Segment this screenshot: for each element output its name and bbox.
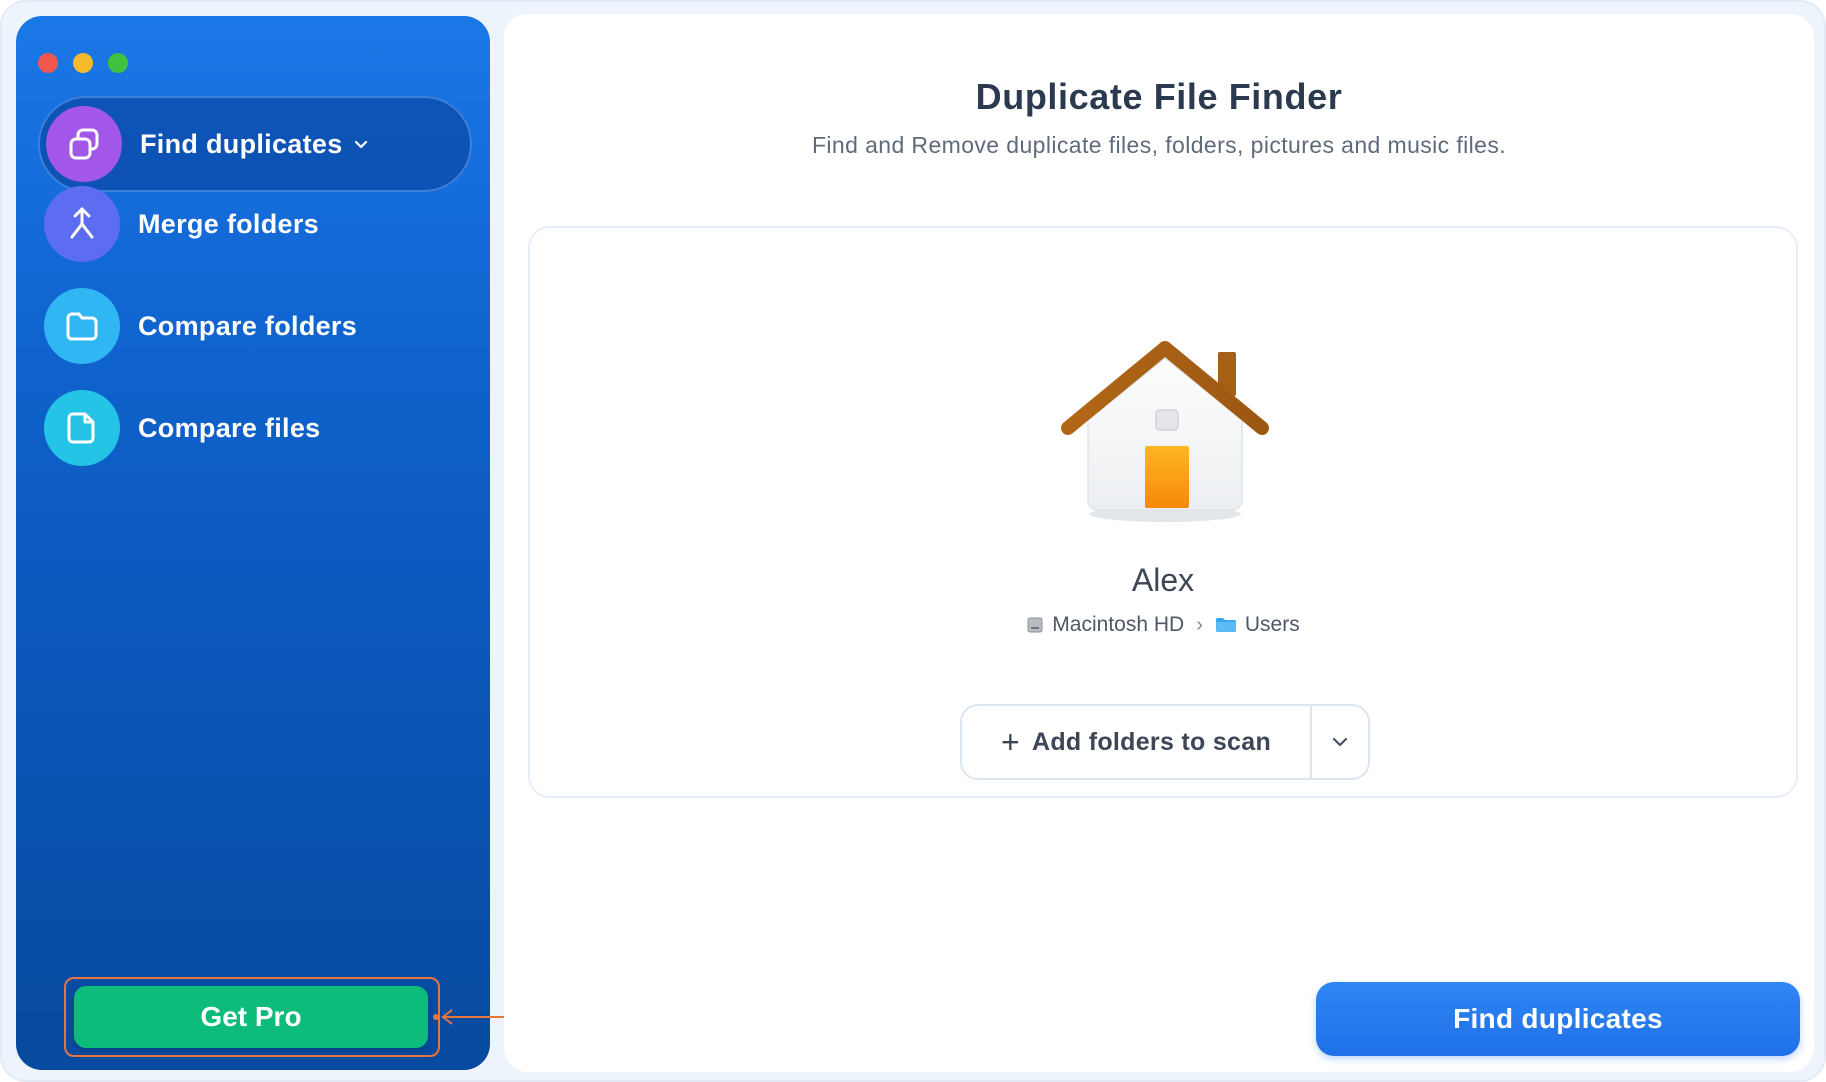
sidebar-item-compare-folders[interactable]: Compare folders xyxy=(38,278,472,374)
folder-icon xyxy=(44,288,120,364)
hard-drive-icon xyxy=(1027,617,1043,633)
scan-folder-card[interactable]: Alex Macintosh HD › Users + Add folders … xyxy=(528,226,1798,798)
breadcrumb-folder[interactable]: Users xyxy=(1245,613,1300,637)
breadcrumb: Macintosh HD › Users xyxy=(530,613,1796,637)
close-window-button[interactable] xyxy=(38,53,58,73)
sidebar-item-label: Compare files xyxy=(138,412,321,443)
sidebar-item-label: Find duplicates xyxy=(140,128,343,159)
sidebar: Find duplicates Merge folders Compare fo… xyxy=(16,16,490,1070)
duplicate-squares-icon xyxy=(46,106,122,182)
add-folders-control: + Add folders to scan xyxy=(960,704,1370,780)
chevron-down-icon[interactable] xyxy=(353,136,369,152)
app-window: Find duplicates Merge folders Compare fo… xyxy=(0,0,1826,1082)
breadcrumb-volume[interactable]: Macintosh HD xyxy=(1052,613,1184,637)
sidebar-item-label: Merge folders xyxy=(138,208,319,239)
breadcrumb-separator: › xyxy=(1196,613,1203,636)
merge-arrow-icon xyxy=(44,186,120,262)
sidebar-item-merge-folders[interactable]: Merge folders xyxy=(38,176,472,272)
pointer-arrow-icon xyxy=(433,1009,512,1025)
add-folders-dropdown-button[interactable] xyxy=(1312,706,1368,778)
add-folders-button[interactable]: + Add folders to scan xyxy=(962,706,1310,778)
main-panel: Duplicate File Finder Find and Remove du… xyxy=(504,14,1814,1072)
chevron-down-icon xyxy=(1332,737,1348,747)
get-pro-button[interactable]: Get Pro xyxy=(74,986,428,1048)
home-folder-icon xyxy=(1061,341,1269,522)
sidebar-item-compare-files[interactable]: Compare files xyxy=(38,380,472,476)
sidebar-item-label: Compare folders xyxy=(138,310,358,341)
page-title: Duplicate File Finder xyxy=(975,76,1343,117)
selected-folder-name: Alex xyxy=(1131,562,1195,598)
plus-icon: + xyxy=(1000,724,1020,760)
zoom-window-button[interactable] xyxy=(108,53,128,73)
minimize-window-button[interactable] xyxy=(73,53,93,73)
file-icon xyxy=(44,390,120,466)
find-duplicates-button[interactable]: Find duplicates xyxy=(1316,982,1800,1056)
add-folders-label: Add folders to scan xyxy=(1031,727,1272,756)
page-subtitle: Find and Remove duplicate files, folders… xyxy=(811,132,1507,158)
users-folder-icon xyxy=(1215,618,1236,632)
